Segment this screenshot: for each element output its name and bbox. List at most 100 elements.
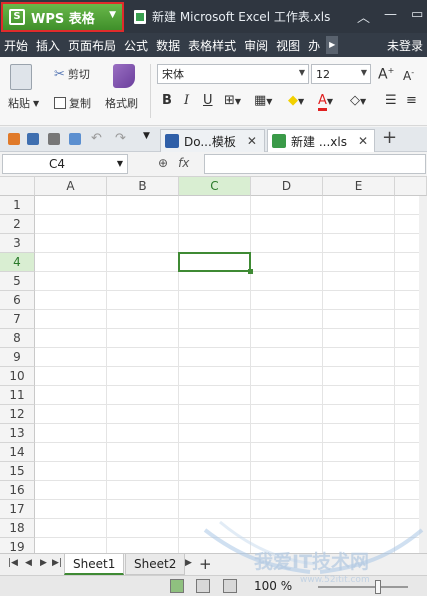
merge-cells-button[interactable]: ▦▼ [254,93,272,108]
next-sheet-icon[interactable]: ▶ [40,558,47,568]
row-header[interactable]: 15 [0,462,35,481]
menu-table-style[interactable]: 表格样式 [184,37,240,54]
column-header[interactable]: D [251,177,323,196]
formula-input[interactable] [204,154,426,174]
column-header[interactable]: A [35,177,107,196]
row-header[interactable]: 12 [0,405,35,424]
print-icon[interactable] [48,133,60,145]
row-header[interactable]: 18 [0,519,35,538]
zoom-slider-track[interactable] [318,586,408,588]
row-header[interactable]: 6 [0,291,35,310]
selected-cell[interactable] [178,252,253,274]
spreadsheet-grid[interactable]: ABCDE 1 2 3 4 5 6 7 8 9 10 11 12 13 14 15 16 17 18 19 [0,177,427,553]
close-icon[interactable]: ✕ [247,134,257,148]
normal-view-icon[interactable] [170,579,184,593]
new-tab-icon[interactable]: + [382,127,397,148]
row-header[interactable]: 2 [0,215,35,234]
paste-button[interactable] [10,64,32,90]
zoom-slider-thumb[interactable] [375,580,381,594]
row-header[interactable]: 5 [0,272,35,291]
zoom-level[interactable]: 100 % [254,579,292,593]
last-sheet-icon[interactable]: ▶| [52,558,62,568]
undo-icon[interactable]: ↶ [91,131,103,146]
more-menu-icon[interactable]: ▶ [326,36,339,54]
doc-tab-template[interactable]: Do...模板 ✕ [160,129,265,152]
row-header[interactable]: 11 [0,386,35,405]
doc-tab-spreadsheet[interactable]: 新建 ...xls ✕ [267,129,375,152]
paste-label-button[interactable]: 粘贴 ▼ [8,95,39,111]
fill-color-button[interactable]: ◆▼ [288,93,304,108]
row-header[interactable]: 4 [0,253,35,272]
row-header[interactable]: 17 [0,500,35,519]
zoom-search-icon[interactable]: ⊕ [158,156,168,170]
wps-logo-icon: S [9,9,25,25]
ribbon-divider [150,64,151,118]
save-icon[interactable] [27,133,39,145]
border-button[interactable]: ⊞▼ [224,93,241,108]
menu-formulas[interactable]: 公式 [120,37,152,54]
close-icon[interactable]: ✕ [358,134,368,148]
insert-function-button[interactable]: fx [178,156,189,170]
add-sheet-icon[interactable]: + [199,555,212,573]
first-sheet-icon[interactable]: |◀ [8,558,18,568]
menu-data[interactable]: 数据 [152,37,184,54]
print-preview-icon[interactable] [69,133,81,145]
font-size-select[interactable]: 12 ▼ [311,64,371,84]
column-header[interactable]: E [323,177,395,196]
format-painter-label: 格式刷 [105,97,138,110]
wps-menu-button[interactable]: S WPS 表格 ▼ [1,2,124,32]
font-color-button[interactable]: A▼ [318,93,333,111]
sheet-tab-sheet1[interactable]: Sheet1 [64,554,125,575]
format-painter-label-button[interactable]: 格式刷 [105,95,138,111]
reading-view-icon[interactable] [223,579,237,593]
row-header[interactable]: 19 [0,538,35,553]
shrink-font-button[interactable]: A- [403,68,414,83]
align-left-button[interactable]: ☰ [385,93,397,108]
row-header[interactable]: 1 [0,196,35,215]
grow-font-button[interactable]: A+ [378,66,394,83]
paintbrush-icon [113,64,135,88]
grid-row-line [35,309,427,310]
column-header[interactable]: B [107,177,179,196]
row-header[interactable]: 14 [0,443,35,462]
align-center-button[interactable]: ≡ [406,93,417,108]
select-all-corner[interactable] [0,177,35,196]
italic-button[interactable]: I [184,93,189,108]
column-header[interactable]: C [179,177,251,196]
login-status[interactable]: 未登录 [383,37,427,54]
bold-button[interactable]: B [162,93,172,108]
row-header[interactable]: 8 [0,329,35,348]
menu-view[interactable]: 视图 [272,37,304,54]
menu-home[interactable]: 开始 [0,37,32,54]
row-header[interactable]: 3 [0,234,35,253]
menu-insert[interactable]: 插入 [32,37,64,54]
new-file-icon[interactable] [8,133,20,145]
row-header[interactable]: 13 [0,424,35,443]
font-name-select[interactable]: 宋体 ▼ [157,64,309,84]
status-bar: 100 % [0,575,427,596]
cut-button[interactable]: ✂ 剪切 [54,66,90,82]
name-box[interactable]: C4 ▼ [2,154,128,174]
vertical-scrollbar[interactable] [419,196,427,553]
redo-icon[interactable]: ↷ [115,131,127,146]
row-header[interactable]: 16 [0,481,35,500]
prev-sheet-icon[interactable]: ◀ [25,558,32,568]
menu-review[interactable]: 审阅 [240,37,272,54]
format-painter-button[interactable] [113,64,135,88]
text-effect-button[interactable]: ◇▼ [350,93,366,108]
row-header[interactable]: 7 [0,310,35,329]
row-header[interactable]: 9 [0,348,35,367]
sheet-tab-sheet2[interactable]: Sheet2 [125,554,186,575]
row-header[interactable]: 10 [0,367,35,386]
collapse-ribbon-icon[interactable]: ︿ [357,7,370,26]
quick-access-dropdown-icon[interactable]: ▼ [143,131,155,143]
scroll-sheets-right-icon[interactable]: ▶ [185,558,192,568]
menu-page-layout[interactable]: 页面布局 [64,37,120,54]
document-title: 新建 Microsoft Excel 工作表.xls [152,10,331,24]
restore-icon[interactable]: ▭ [411,7,423,22]
underline-button[interactable]: U [203,93,213,108]
page-break-view-icon[interactable] [196,579,210,593]
minimize-icon[interactable]: — [384,7,397,22]
copy-button[interactable]: 复制 [54,95,91,111]
menu-office[interactable]: 办 [304,37,324,54]
